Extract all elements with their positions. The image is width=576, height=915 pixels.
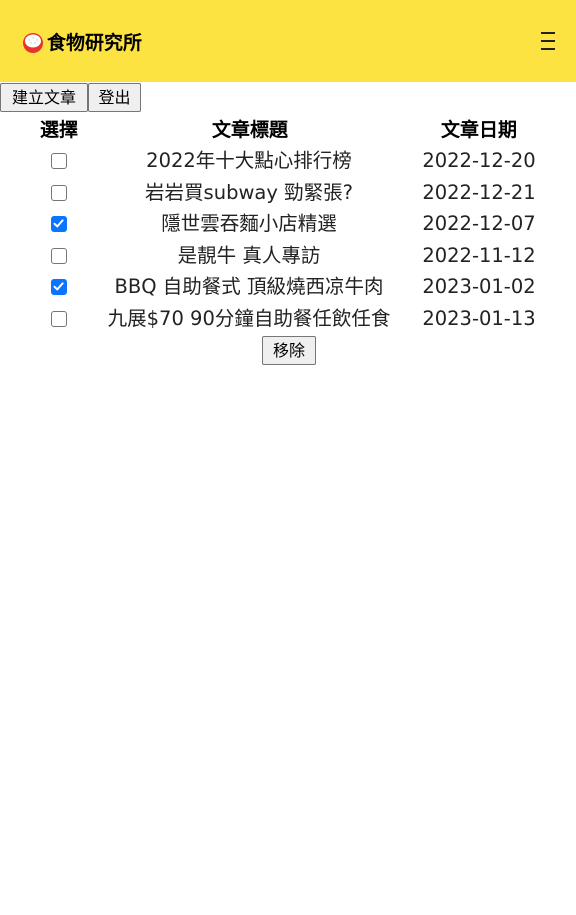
select-checkbox[interactable]	[51, 216, 67, 233]
article-title: 隱世雲吞麵小店精選	[161, 212, 337, 236]
article-title: BBQ 自助餐式 頂級燒西凉牛肉	[114, 275, 384, 299]
article-title: 九展$70 90分鐘自助餐任飲任食	[107, 307, 391, 330]
column-header-title: 文章標題	[211, 119, 288, 141]
brand[interactable]: 食物研究所	[22, 30, 142, 56]
table-row: 岩岩買subway 勁緊張? 2022-12-21	[0, 178, 576, 208]
column-header-select: 選擇	[39, 119, 78, 141]
article-title: 岩岩買subway 勁緊張?	[145, 180, 353, 204]
article-date: 2022-11-12	[422, 243, 536, 267]
rice-ball-icon	[22, 32, 44, 54]
hamburger-menu-icon[interactable]	[535, 29, 561, 53]
site-title: 食物研究所	[47, 32, 143, 54]
select-checkbox[interactable]	[51, 311, 67, 327]
column-header-date: 文章日期	[440, 119, 517, 141]
create-article-button[interactable]: 建立文章	[0, 83, 88, 112]
table-row: BBQ 自助餐式 頂級燒西凉牛肉 2023-01-02	[0, 272, 576, 302]
select-checkbox[interactable]	[51, 279, 67, 296]
article-title: 是靚牛 真人專訪	[177, 243, 321, 267]
logout-button[interactable]: 登出	[88, 83, 141, 112]
select-checkbox[interactable]	[51, 247, 67, 264]
article-date: 2022-12-07	[422, 212, 536, 236]
article-date: 2022-12-21	[422, 180, 536, 204]
table-row: 是靚牛 真人專訪 2022-11-12	[0, 241, 576, 271]
table-row: 九展$70 90分鐘自助餐任飲任食 2023-01-13	[0, 304, 576, 334]
remove-button[interactable]: 移除	[262, 336, 316, 365]
article-title: 2022年十大點心排行榜	[146, 149, 352, 172]
select-checkbox[interactable]	[51, 184, 67, 201]
article-date: 2022-12-20	[422, 149, 536, 172]
article-date: 2023-01-13	[422, 307, 536, 330]
app-header: 食物研究所	[0, 0, 576, 82]
table-row: 隱世雲吞麵小店精選 2022-12-07	[0, 209, 576, 239]
article-date: 2023-01-02	[422, 275, 536, 299]
select-checkbox[interactable]	[51, 153, 67, 169]
table-row: 2022年十大點心排行榜 2022-12-20	[0, 146, 576, 176]
